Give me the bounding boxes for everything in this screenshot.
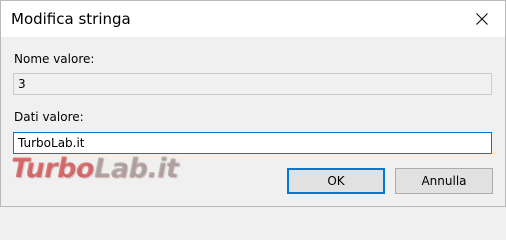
close-icon	[476, 13, 488, 25]
nome-valore-label: Nome valore:	[14, 52, 95, 66]
ok-button[interactable]: OK	[287, 168, 385, 194]
dialog-window: Modifica stringa Nome valore: Dati valor…	[0, 0, 506, 207]
watermark-part2: Lab.it	[93, 153, 179, 184]
nome-valore-field[interactable]	[13, 73, 492, 95]
watermark-part1: Turbo	[11, 153, 94, 184]
title-bar: Modifica stringa	[1, 1, 505, 37]
dati-valore-field[interactable]	[13, 132, 492, 154]
window-title: Modifica stringa	[11, 10, 131, 28]
cancel-button[interactable]: Annulla	[395, 168, 493, 194]
close-button[interactable]	[459, 1, 505, 37]
dati-valore-label: Dati valore:	[14, 110, 84, 124]
turbolab-watermark-logo: TurboLab.it	[11, 153, 179, 184]
